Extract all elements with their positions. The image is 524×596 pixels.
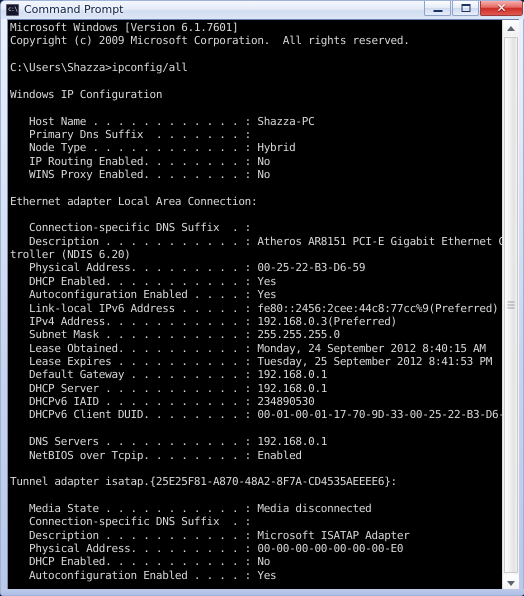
console-screen[interactable]: Microsoft Windows [Version 6.1.7601] Cop… [8, 20, 502, 591]
maximize-icon [461, 4, 470, 12]
vertical-scrollbar[interactable] [502, 20, 519, 591]
window-controls: ✕ [424, 1, 523, 19]
maximize-button[interactable] [452, 1, 479, 16]
console-output: Microsoft Windows [Version 6.1.7601] Cop… [10, 21, 502, 582]
title-bar-left: c:\ Command Prompt [6, 3, 124, 16]
command-prompt-icon: c:\ [6, 3, 19, 16]
window-title: Command Prompt [24, 3, 124, 16]
scrollbar-thumb[interactable] [504, 37, 518, 573]
window-bottom-edge [1, 589, 524, 595]
minimize-icon [433, 10, 442, 12]
title-bar[interactable]: c:\ Command Prompt ✕ [1, 1, 524, 19]
console-client-area: Microsoft Windows [Version 6.1.7601] Cop… [7, 19, 519, 591]
command-prompt-icon-glyph: c:\ [8, 5, 18, 13]
chevron-down-icon [507, 580, 515, 586]
minimize-button[interactable] [424, 1, 451, 16]
close-button[interactable]: ✕ [480, 1, 523, 16]
command-prompt-window: c:\ Command Prompt ✕ Microsoft Windows [… [0, 0, 524, 596]
scroll-up-button[interactable] [503, 20, 519, 36]
close-icon: ✕ [496, 1, 507, 15]
scrollbar-grip-icon [507, 301, 515, 309]
chevron-up-icon [507, 25, 515, 31]
